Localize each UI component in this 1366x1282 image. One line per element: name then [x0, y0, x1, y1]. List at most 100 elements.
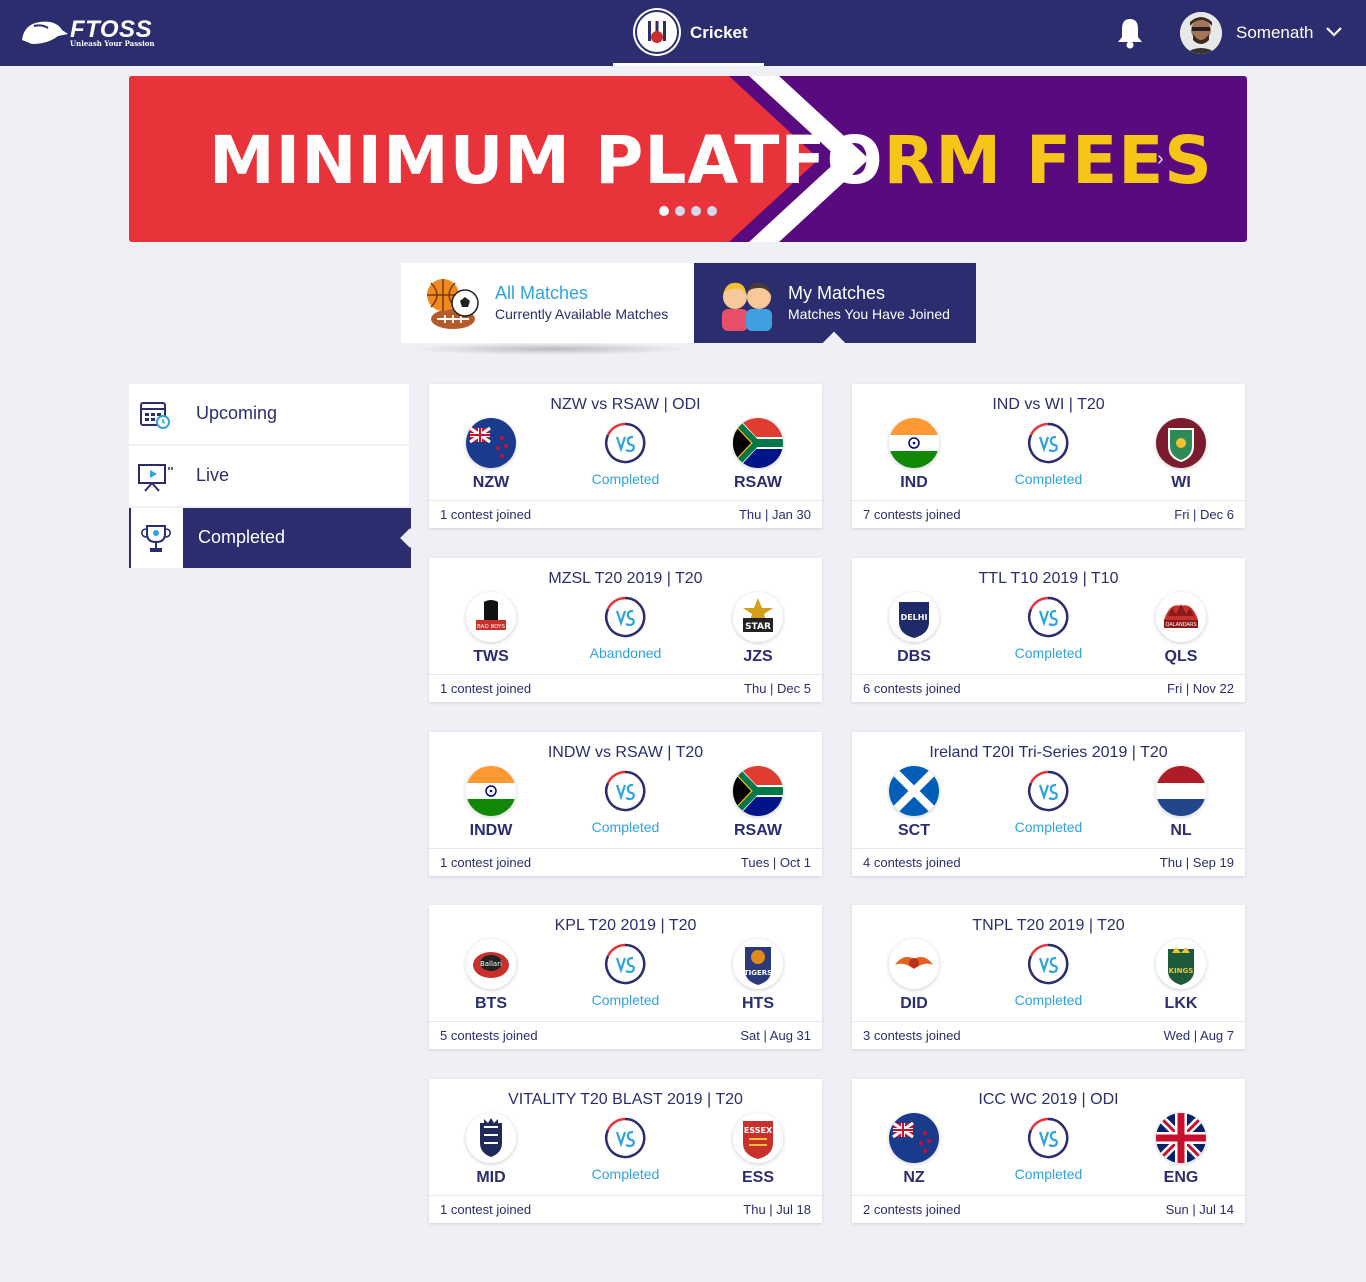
versus-icon — [603, 769, 647, 813]
contests-joined: 4 contests joined — [863, 855, 961, 870]
team-name: ESS — [741, 1169, 774, 1186]
tab-my-subtitle: Matches You Have Joined — [788, 306, 950, 322]
west-indies-logo-icon — [1156, 418, 1206, 468]
promo-banner[interactable]: MINIMUM PLATFORM FEES › — [129, 76, 1247, 242]
versus-icon — [603, 595, 647, 639]
match-title: IND vs WI | T20 — [992, 396, 1105, 413]
match-card[interactable]: ICC WC 2019 | ODI NZ Completed ENG 2 con… — [852, 1079, 1245, 1223]
match-title: ICC WC 2019 | ODI — [978, 1091, 1119, 1108]
tab-all-subtitle: Currently Available Matches — [495, 306, 669, 322]
card-footer: 1 contest joined Thu | Dec 5 — [429, 674, 822, 702]
card-footer: 7 contests joined Fri | Dec 6 — [852, 500, 1245, 528]
versus-icon — [603, 421, 647, 465]
match-date: Sun | Jul 14 — [1165, 1202, 1234, 1217]
match-date: Tues | Oct 1 — [740, 855, 811, 870]
notification-bell-icon[interactable] — [1114, 16, 1146, 50]
sports-balls-icon — [423, 273, 485, 333]
username[interactable]: Somenath — [1236, 23, 1314, 43]
match-card[interactable]: MZSL T20 2019 | T20 BAD BOYS TWS Abandon… — [429, 558, 822, 702]
team-right: QALANDARS QLS — [1141, 592, 1221, 666]
sidebar-item-upcoming[interactable]: Upcoming — [129, 384, 409, 444]
tab-my-matches[interactable]: My Matches Matches You Have Joined — [694, 263, 976, 343]
match-card[interactable]: TTL T10 2019 | T10 DELHI DBS Completed Q… — [852, 558, 1245, 702]
card-footer: 5 contests joined Sat | Aug 31 — [429, 1021, 822, 1049]
contests-joined: 1 contest joined — [440, 507, 532, 522]
dbs-team-logo-icon: DELHI — [889, 592, 939, 642]
card-footer: 1 contest joined Tues | Oct 1 — [429, 848, 822, 876]
banner-dot[interactable] — [675, 206, 685, 216]
versus-icon — [1026, 1116, 1070, 1160]
svg-text:BAD BOYS: BAD BOYS — [477, 624, 506, 630]
match-card[interactable]: Ireland T20I Tri-Series 2019 | T20 SCT C… — [852, 732, 1245, 876]
top-navbar: FTOSS Unleash Your Passion Cricket Somen… — [0, 0, 1366, 66]
match-title: TTL T10 2019 | T10 — [978, 570, 1119, 587]
tab-all-matches[interactable]: All Matches Currently Available Matches — [401, 263, 694, 343]
logo-tagline: Unleash Your Passion — [70, 39, 155, 48]
calendar-icon — [129, 384, 181, 444]
contests-joined: 6 contests joined — [863, 681, 961, 696]
banner-dot[interactable] — [707, 206, 717, 216]
svg-text:TIGERS: TIGERS — [744, 969, 772, 977]
match-date: Thu | Dec 5 — [744, 681, 811, 696]
new-zealand-flag-icon — [466, 418, 516, 468]
team-right: RSAW — [718, 418, 798, 492]
did-team-logo-icon — [889, 939, 939, 989]
match-title: NZW vs RSAW | ODI — [550, 396, 701, 413]
user-avatar[interactable] — [1180, 12, 1222, 54]
team-name: RSAW — [734, 474, 782, 491]
cap-icon — [22, 21, 68, 44]
sport-tab-label: Cricket — [690, 23, 748, 42]
banner-headline: MINIMUM PLATFORM FEES — [209, 122, 1213, 199]
match-card[interactable]: VITALITY T20 BLAST 2019 | T20 MID Comple… — [429, 1079, 822, 1223]
sidebar-item-completed[interactable]: Completed — [129, 508, 420, 568]
live-screen-icon — [129, 446, 181, 506]
sport-tab-cricket[interactable]: Cricket — [613, 0, 764, 66]
sidebar-item-live[interactable]: Live — [129, 446, 409, 506]
svg-text:STAR: STAR — [745, 622, 771, 632]
india-flag-icon — [889, 418, 939, 468]
card-footer: 1 contest joined Thu | Jul 18 — [429, 1195, 822, 1223]
team-name: ENG — [1163, 1169, 1199, 1186]
contests-joined: 1 contest joined — [440, 681, 532, 696]
match-card[interactable]: TNPL T20 2019 | T20 DID Completed KINGS … — [852, 905, 1245, 1049]
hts-team-logo-icon: TIGERS — [733, 939, 783, 989]
svg-text:KINGS: KINGS — [1169, 967, 1194, 975]
qls-team-logo-icon: QALANDARS — [1156, 592, 1206, 642]
ftoss-logo[interactable]: FTOSS Unleash Your Passion — [18, 14, 158, 50]
match-date: Thu | Jan 30 — [738, 507, 811, 522]
team-right: TIGERS HTS — [718, 939, 798, 1013]
match-card[interactable]: KPL T20 2019 | T20 Ballari BTS Completed… — [429, 905, 822, 1049]
trophy-icon — [131, 508, 183, 568]
team-right: ESSEX ESS — [718, 1113, 798, 1187]
chevron-down-icon[interactable] — [1324, 22, 1344, 42]
card-footer: 4 contests joined Thu | Sep 19 — [852, 848, 1245, 876]
match-card[interactable]: INDW vs RSAW | T20 INDW Completed RSAW 1… — [429, 732, 822, 876]
svg-text:DELHI: DELHI — [901, 613, 928, 622]
match-title: INDW vs RSAW | T20 — [547, 744, 704, 761]
match-title: VITALITY T20 BLAST 2019 | T20 — [508, 1091, 743, 1108]
banner-next-arrow-icon[interactable]: › — [1157, 148, 1164, 171]
india-flag-icon — [466, 766, 516, 816]
tab-all-title: All Matches — [495, 283, 589, 303]
match-card[interactable]: IND vs WI | T20 IND Completed WI 7 conte… — [852, 384, 1245, 528]
contests-joined: 2 contests joined — [863, 1202, 961, 1217]
match-card[interactable]: NZW vs RSAW | ODI NZW Completed RSAW 1 c… — [429, 384, 822, 528]
team-name: QLS — [1164, 648, 1198, 665]
match-date: Thu | Sep 19 — [1159, 855, 1234, 870]
team-name: WI — [1171, 474, 1191, 491]
contests-joined: 1 contest joined — [440, 855, 532, 870]
cricket-icon — [635, 10, 679, 54]
banner-dot[interactable] — [691, 206, 701, 216]
banner-dot[interactable] — [659, 206, 669, 216]
ess-team-logo-icon: ESSEX — [733, 1113, 783, 1163]
match-date: Sat | Aug 31 — [740, 1028, 811, 1043]
team-name: JZS — [743, 648, 773, 665]
match-date: Fri | Nov 22 — [1167, 681, 1234, 696]
mid-team-logo-icon — [466, 1113, 516, 1163]
match-title: MZSL T20 2019 | T20 — [548, 570, 703, 587]
match-title: KPL T20 2019 | T20 — [554, 917, 697, 934]
versus-icon — [1026, 942, 1070, 986]
svg-text:QALANDARS: QALANDARS — [1165, 622, 1196, 628]
team-name: LKK — [1164, 995, 1198, 1012]
card-footer: 2 contests joined Sun | Jul 14 — [852, 1195, 1245, 1223]
